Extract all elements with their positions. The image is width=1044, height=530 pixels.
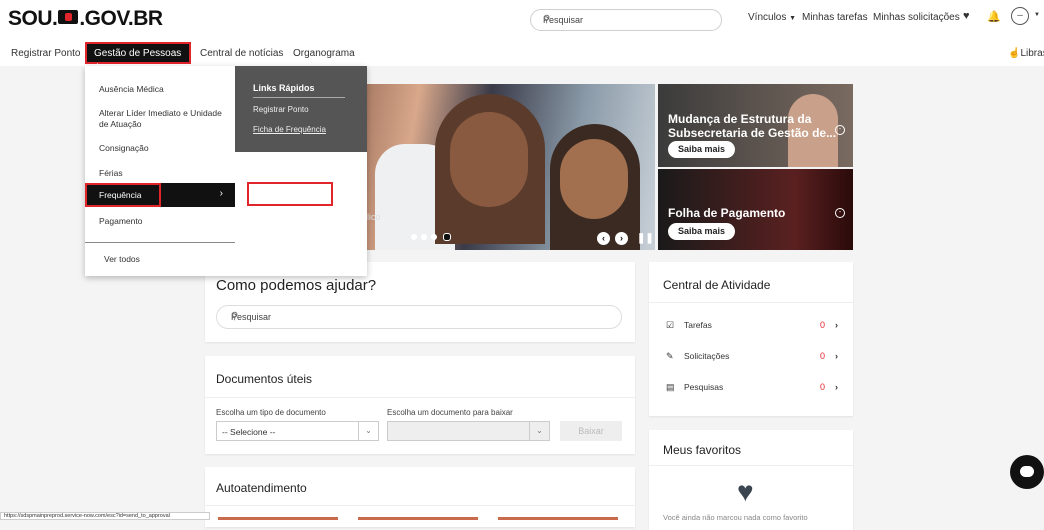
search-icon[interactable]: ⚲ <box>231 311 609 322</box>
tarefas-label: Tarefas <box>684 320 712 330</box>
dropdown-links-rapidos: Links Rápidos Registrar Ponto Ficha de F… <box>235 66 367 152</box>
tipo-documento-value: -- Selecione -- <box>222 427 276 437</box>
highlight-box <box>247 182 333 206</box>
chevron-right-icon[interactable]: › <box>835 320 838 330</box>
menu-ferias[interactable]: Férias <box>99 168 123 179</box>
link-ficha-frequencia[interactable]: Ficha de Frequência <box>253 125 326 134</box>
chevron-right-icon[interactable]: › <box>835 351 838 361</box>
status-bar-url: https://sdspmainpreprod.service-now.com/… <box>0 512 210 520</box>
divider <box>649 302 853 303</box>
list-icon: ▤ <box>666 382 675 392</box>
nav-central-noticias[interactable]: Central de notícias <box>200 48 283 59</box>
minhas-solicitacoes-link[interactable]: Minhas solicitações <box>873 12 960 23</box>
autoatendimento-title: Autoatendimento <box>216 481 307 495</box>
menu-ausencia-medica[interactable]: Ausência Médica <box>99 84 164 95</box>
nav-registrar-ponto[interactable]: Registrar Ponto <box>11 48 80 59</box>
avatar-icon[interactable]: – <box>1011 7 1029 25</box>
documento-select[interactable]: ⌄ <box>387 421 550 441</box>
tarefas-count: 0 <box>820 320 826 330</box>
avatar-caret-icon[interactable]: ▼ <box>1034 12 1040 18</box>
minhas-tarefas-link[interactable]: Minhas tarefas <box>802 12 868 23</box>
chevron-right-icon: › <box>219 188 223 199</box>
vinculos-menu[interactable]: Vínculos ▼ <box>748 12 796 23</box>
carousel-dot[interactable] <box>411 234 417 240</box>
carousel-dot-active[interactable] <box>443 233 451 241</box>
menu-pagamento[interactable]: Pagamento <box>99 216 142 227</box>
banner-folha-button[interactable]: Saiba mais <box>668 223 736 240</box>
solicitacoes-count: 0 <box>820 351 826 361</box>
help-search-input[interactable]: Pesquisar ⚲ <box>216 305 622 329</box>
carousel-prev-icon[interactable]: ‹ <box>597 232 610 245</box>
logo-text-govbr: .GOV.BR <box>79 7 163 30</box>
nav-gestao-pessoas[interactable]: Gestão de Pessoas ▲ <box>85 42 191 69</box>
menu-alterar-lider[interactable]: Alterar Líder Imediato e Unidade de Atua… <box>99 108 229 130</box>
dropdown-left-column: Ausência Médica Alterar Líder Imediato e… <box>85 66 235 276</box>
highlight-box <box>85 183 161 207</box>
libras-label: Libras <box>1020 48 1044 59</box>
bell-icon[interactable]: 🔔 <box>987 10 1001 23</box>
hero-image-woman-face <box>450 112 528 207</box>
atividade-pesquisas[interactable]: ▤ Pesquisas <box>666 382 723 393</box>
top-search-input[interactable]: Pesquisar ⚲ <box>530 9 722 31</box>
banner-estrutura-title: Mudança de Estrutura da Subsecretaria de… <box>668 112 837 140</box>
nav-gestao-label: Gestão de Pessoas <box>94 48 182 59</box>
baixar-button[interactable]: Baixar <box>560 421 622 441</box>
link-registrar-ponto[interactable]: Registrar Ponto <box>253 105 309 114</box>
banner-estrutura[interactable]: Mudança de Estrutura da Subsecretaria de… <box>658 84 853 167</box>
heart-icon[interactable]: ♥ <box>963 10 970 22</box>
divider <box>85 242 235 243</box>
links-rapidos-title: Links Rápidos <box>253 83 315 93</box>
hero-caption-fragment: lico <box>367 212 381 222</box>
favoritos-empty-text: Você ainda não marcou nada como favorito <box>663 513 808 520</box>
divider <box>253 97 345 98</box>
documentos-title: Documentos úteis <box>216 372 313 386</box>
chevron-down-icon: ⌄ <box>358 422 378 440</box>
chevron-right-icon[interactable]: › <box>835 382 838 392</box>
nav-organograma[interactable]: Organograma <box>293 48 355 59</box>
hero-image-child-face <box>560 139 628 219</box>
search-icon[interactable]: ⚲ <box>543 14 711 25</box>
logo-text-sou: SOU. <box>8 7 58 30</box>
banner-estrutura-button[interactable]: Saiba mais <box>668 141 736 158</box>
carousel-next-icon[interactable]: › <box>615 232 628 245</box>
libras-button[interactable]: ☝Libras <box>1008 48 1044 59</box>
divider <box>649 465 853 466</box>
carousel-pause-icon[interactable]: ❚❚ <box>637 233 654 244</box>
help-title: Como podemos ajudar? <box>216 277 377 294</box>
check-square-icon: ☑ <box>666 320 675 330</box>
caret-down-icon: ▼ <box>789 15 797 22</box>
minus-circle-icon[interactable]: - <box>835 125 845 135</box>
chat-icon[interactable] <box>1010 455 1044 489</box>
divider <box>205 397 635 398</box>
tipo-documento-label: Escolha um tipo de documento <box>216 408 326 417</box>
minus-circle-icon[interactable]: - <box>835 208 845 218</box>
menu-consignacao[interactable]: Consignação <box>99 143 149 154</box>
hand-icon: ☝ <box>1008 48 1021 59</box>
divider <box>205 505 635 506</box>
vinculos-label: Vínculos <box>748 12 787 23</box>
site-logo[interactable]: SOU. .GOV.BR <box>8 7 163 31</box>
chevron-down-icon: ⌄ <box>529 422 549 440</box>
sp-logo-icon <box>58 10 79 24</box>
carousel-dot[interactable] <box>421 234 427 240</box>
tipo-documento-select[interactable]: -- Selecione -- ⌄ <box>216 421 379 441</box>
atividade-tarefas[interactable]: ☑ Tarefas <box>666 320 712 331</box>
central-atividade-title: Central de Atividade <box>663 278 771 292</box>
gestao-pessoas-dropdown: Ausência Médica Alterar Líder Imediato e… <box>85 66 367 276</box>
pesquisas-label: Pesquisas <box>684 382 724 392</box>
solicitacoes-label: Solicitações <box>684 351 730 361</box>
favoritos-title: Meus favoritos <box>663 443 742 457</box>
top-bar: SOU. .GOV.BR Pesquisar ⚲ Vínculos ▼ Minha… <box>0 0 1044 42</box>
atividade-solicitacoes[interactable]: ✎ Solicitações <box>666 351 729 362</box>
edit-icon: ✎ <box>666 351 674 361</box>
pesquisas-count: 0 <box>820 382 826 392</box>
banner-folha[interactable]: Folha de Pagamento Saiba mais - <box>658 169 853 250</box>
heart-icon: ♥ <box>737 476 754 507</box>
menu-ver-todos[interactable]: Ver todos <box>104 254 140 265</box>
carousel-dot[interactable] <box>431 234 437 240</box>
documento-baixar-label: Escolha um documento para baixar <box>387 408 513 417</box>
banner-folha-title: Folha de Pagamento <box>668 206 786 220</box>
